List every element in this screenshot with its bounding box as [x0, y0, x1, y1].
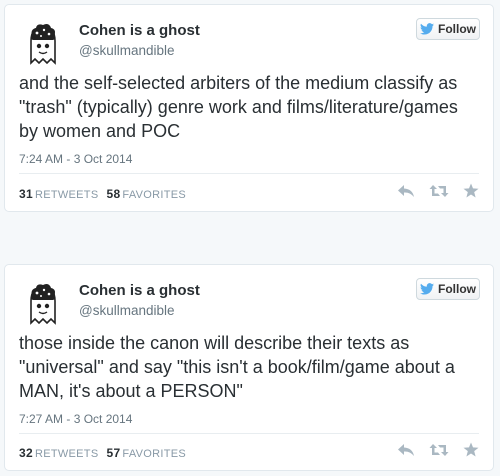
- reply-icon: [398, 184, 414, 197]
- follow-button[interactable]: Follow: [416, 18, 480, 40]
- favorites-count: 57: [106, 446, 121, 460]
- reply-button[interactable]: [397, 184, 415, 198]
- favorites-stat[interactable]: 57 FAVORITES: [106, 446, 186, 460]
- retweet-icon: [429, 443, 449, 456]
- retweet-button[interactable]: [429, 443, 449, 457]
- retweets-stat[interactable]: 31 RETWEETS: [19, 187, 98, 201]
- bird-icon: [420, 283, 434, 295]
- favorites-label: FAVORITES: [122, 448, 187, 460]
- follow-label: Follow: [438, 282, 476, 296]
- favorite-button[interactable]: [463, 183, 479, 198]
- favorites-label: FAVORITES: [122, 189, 187, 201]
- author-handle[interactable]: @skullmandible: [79, 43, 175, 58]
- reply-icon: [398, 443, 414, 456]
- author-name[interactable]: Cohen is a ghost: [79, 22, 200, 39]
- favorite-icon: [463, 183, 479, 198]
- ghost-avatar-icon: [30, 24, 56, 65]
- avatar[interactable]: [19, 19, 67, 67]
- favorite-icon: [463, 442, 479, 457]
- follow-label: Follow: [438, 22, 476, 36]
- follow-button[interactable]: Follow: [416, 278, 480, 300]
- retweet-icon: [429, 184, 449, 197]
- tweet-timestamp[interactable]: 7:24 AM - 3 Oct 2014: [19, 152, 132, 166]
- favorite-button[interactable]: [463, 442, 479, 457]
- author-handle[interactable]: @skullmandible: [79, 303, 175, 318]
- reply-button[interactable]: [397, 443, 415, 457]
- retweets-stat[interactable]: 32 RETWEETS: [19, 446, 98, 460]
- ghost-avatar-icon: [30, 284, 56, 325]
- tweet-stats: 31 RETWEETS 58 FAVORITES: [19, 187, 186, 201]
- tweet-timestamp[interactable]: 7:27 AM - 3 Oct 2014: [19, 412, 132, 426]
- tweet-stats: 32 RETWEETS 57 FAVORITES: [19, 446, 186, 460]
- favorites-count: 58: [106, 187, 121, 201]
- favorites-stat[interactable]: 58 FAVORITES: [106, 187, 186, 201]
- bird-icon: [420, 23, 434, 35]
- retweet-button[interactable]: [429, 184, 449, 198]
- retweets-count: 32: [19, 446, 33, 460]
- divider: [19, 433, 479, 434]
- tweet-card: Cohen is a ghost @skullmandible Follow t…: [4, 264, 494, 471]
- retweets-label: RETWEETS: [34, 448, 99, 460]
- tweet-actions: [397, 442, 479, 457]
- tweet-text: and the self-selected arbiters of the me…: [19, 73, 458, 141]
- tweet-actions: [397, 183, 479, 198]
- tweet-card: Cohen is a ghost @skullmandible Follow a…: [4, 4, 494, 212]
- tweet-text: those inside the canon will describe the…: [19, 333, 455, 401]
- author-name[interactable]: Cohen is a ghost: [79, 282, 200, 299]
- retweets-label: RETWEETS: [34, 189, 99, 201]
- retweets-count: 31: [19, 187, 33, 201]
- avatar[interactable]: [19, 279, 67, 327]
- divider: [19, 173, 479, 174]
